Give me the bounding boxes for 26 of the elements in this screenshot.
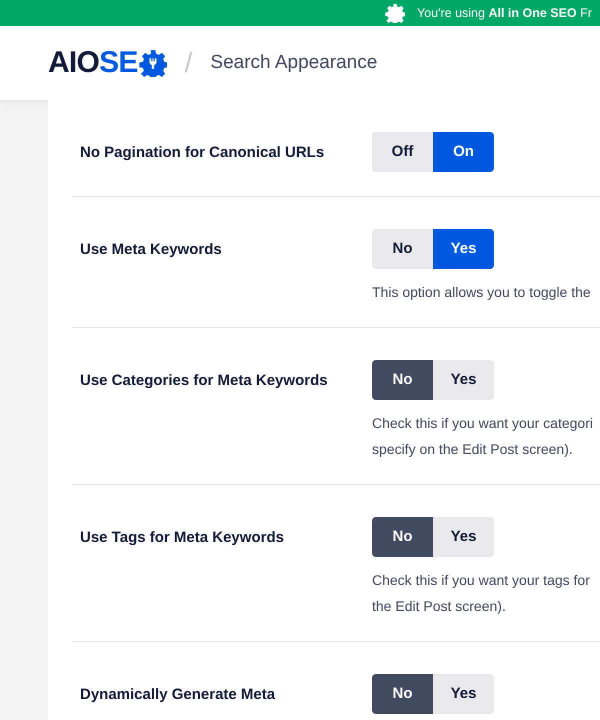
setting-label: Use Meta Keywords xyxy=(80,240,223,260)
gear-icon xyxy=(138,49,167,77)
setting-label: Use Categories for Meta Keywords xyxy=(80,371,329,391)
toggle-option[interactable]: On xyxy=(433,132,494,172)
setting-label: Use Tags for Meta Keywords xyxy=(80,528,285,548)
toggle-option[interactable]: Yes xyxy=(433,229,494,269)
setting-description: This option allows you to toggle the xyxy=(372,283,591,302)
toggle-option[interactable]: No xyxy=(372,674,433,714)
setting-description: Check this if you want your tags for xyxy=(372,571,590,590)
toggle-option[interactable]: Yes xyxy=(433,517,494,557)
page-title: Search Appearance xyxy=(210,50,378,75)
logo[interactable]: AIOSE xyxy=(48,48,167,78)
setting-label: Dynamically Generate Meta xyxy=(80,685,276,705)
toggle-option[interactable]: No xyxy=(372,517,433,557)
toggle-option[interactable]: Off xyxy=(372,132,433,172)
setting-label: No Pagination for Canonical URLs xyxy=(80,143,326,163)
toggle-option[interactable]: No xyxy=(372,229,433,269)
setting-description: Check this if you want your categori xyxy=(372,414,593,433)
toggle-option[interactable]: No xyxy=(372,360,433,400)
toggle-option[interactable]: Yes xyxy=(433,674,494,714)
setting-description: the Edit Post screen). xyxy=(372,597,507,616)
breadcrumb-separator: / xyxy=(184,46,192,80)
notice-text: You're using All in One SEO Fr xyxy=(417,4,592,22)
toggle-option[interactable]: Yes xyxy=(433,360,494,400)
gear-icon xyxy=(385,3,405,23)
setting-description: specify on the Edit Post screen). xyxy=(372,440,574,459)
